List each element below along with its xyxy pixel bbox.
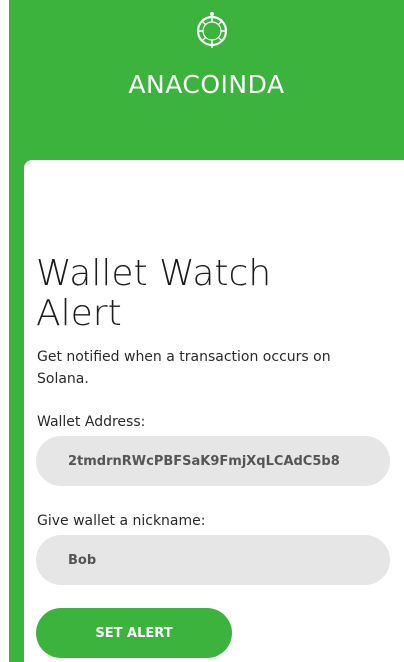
set-alert-button[interactable]: SET ALERT [36,608,232,658]
wallet-nickname-input[interactable] [36,535,390,585]
wallet-address-label: Wallet Address: [37,414,146,430]
alert-card [24,160,404,662]
page-subtitle: Get notified when a transaction occurs o… [37,349,331,387]
page: ANACOINDA Wallet Watch Alert Get notifie… [0,0,404,662]
wallet-nickname-label: Give wallet a nickname: [37,513,206,529]
page-title: Wallet Watch Alert [36,253,272,334]
crystal-ring-icon [196,12,228,48]
brand-name: ANACOINDA [128,70,285,99]
wallet-address-input[interactable] [36,436,390,486]
logo: ANACOINDA [9,0,404,120]
